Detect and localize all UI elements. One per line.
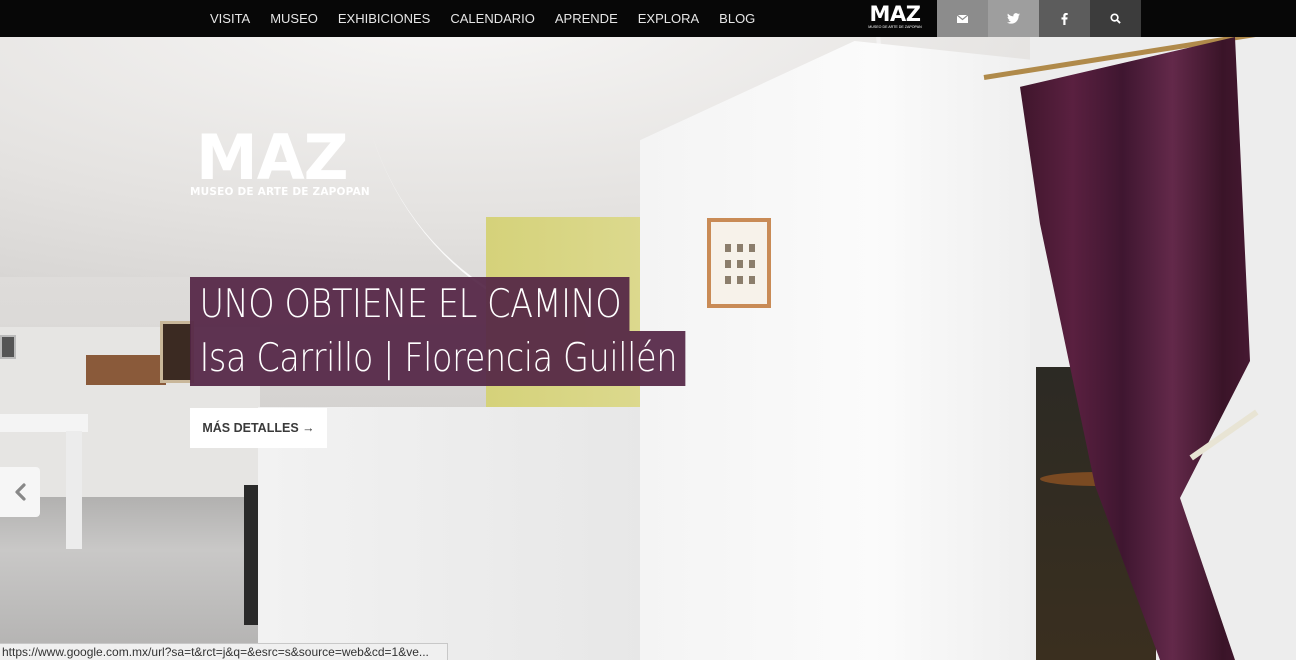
white-pedestal-leg — [66, 431, 82, 549]
nav-item-museo[interactable]: MUSEO — [260, 0, 328, 37]
framed-artwork — [707, 218, 771, 308]
hero-logo-wordmark: MAZ — [196, 121, 349, 194]
nav-item-calendario[interactable]: CALENDARIO — [440, 0, 545, 37]
hero-museum-logo: MAZ MUSEO DE ARTE DE ZAPOPAN — [190, 121, 370, 199]
chevron-left-icon — [15, 483, 26, 501]
nav-item-aprende[interactable]: APRENDE — [545, 0, 628, 37]
header-logo-subtitle: MUSEO DE ARTE DE ZAPOPAN — [868, 25, 922, 29]
wooden-shelf — [86, 355, 166, 385]
white-partition-wall — [640, 41, 1030, 660]
header-logo-wordmark: MAZ — [869, 2, 921, 26]
hero-logo-subtitle: MUSEO DE ARTE DE ZAPOPAN — [190, 186, 370, 198]
search-button[interactable] — [1090, 0, 1141, 37]
more-details-button[interactable]: MÁS DETALLES → — [190, 408, 327, 448]
facebook-icon — [1061, 12, 1068, 25]
small-frame — [0, 335, 16, 359]
mail-button[interactable] — [937, 0, 988, 37]
exhibition-artists: Isa Carrillo | Florencia Guillén — [190, 331, 686, 386]
browser-status-url: https://www.google.com.mx/url?sa=t&rct=j… — [0, 643, 448, 660]
twitter-icon — [1007, 13, 1020, 24]
twitter-button[interactable] — [988, 0, 1039, 37]
social-links — [937, 0, 1141, 37]
main-nav: VISITA MUSEO EXHIBICIONES CALENDARIO APR… — [200, 0, 765, 37]
header-logo[interactable]: MAZ MUSEO DE ARTE DE ZAPOPAN — [864, 4, 926, 32]
search-icon — [1110, 13, 1121, 24]
white-pedestal-top — [0, 414, 88, 432]
top-navigation-bar: VISITA MUSEO EXHIBICIONES CALENDARIO APR… — [0, 0, 1296, 37]
nav-item-exhibiciones[interactable]: EXHIBICIONES — [328, 0, 440, 37]
mail-icon — [957, 14, 968, 23]
nav-item-blog[interactable]: BLOG — [709, 0, 765, 37]
exhibition-title: UNO OBTIENE EL CAMINO — [190, 277, 630, 331]
facebook-button[interactable] — [1039, 0, 1090, 37]
nav-item-explora[interactable]: EXPLORA — [628, 0, 709, 37]
slider-prev-button[interactable] — [0, 467, 40, 517]
painting-frame — [160, 321, 194, 383]
nav-item-visita[interactable]: VISITA — [200, 0, 260, 37]
